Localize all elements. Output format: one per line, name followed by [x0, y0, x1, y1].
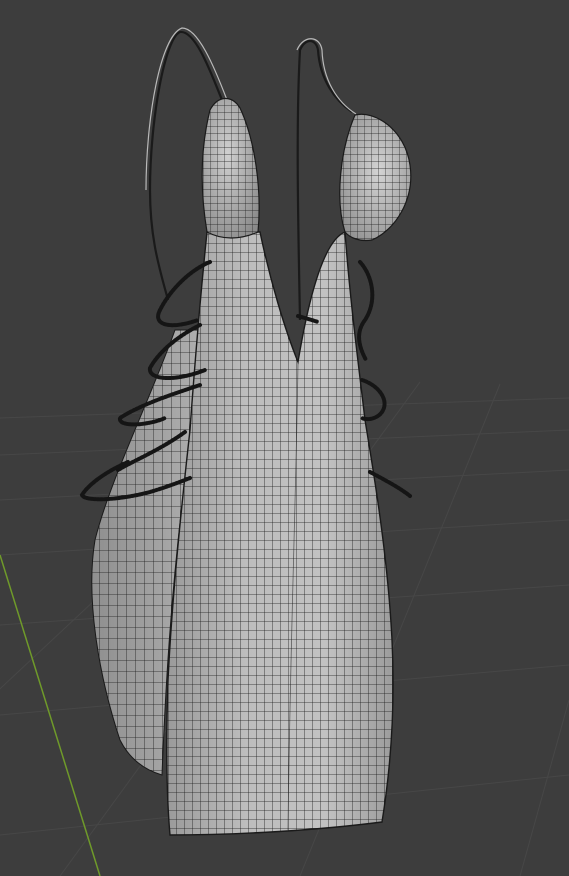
dress-cup-right[interactable]: [332, 105, 417, 247]
dress-cup-left[interactable]: [195, 90, 265, 245]
viewport-scene[interactable]: [0, 0, 569, 876]
y-axis-line: [0, 554, 101, 876]
3d-viewport[interactable]: [0, 0, 569, 876]
